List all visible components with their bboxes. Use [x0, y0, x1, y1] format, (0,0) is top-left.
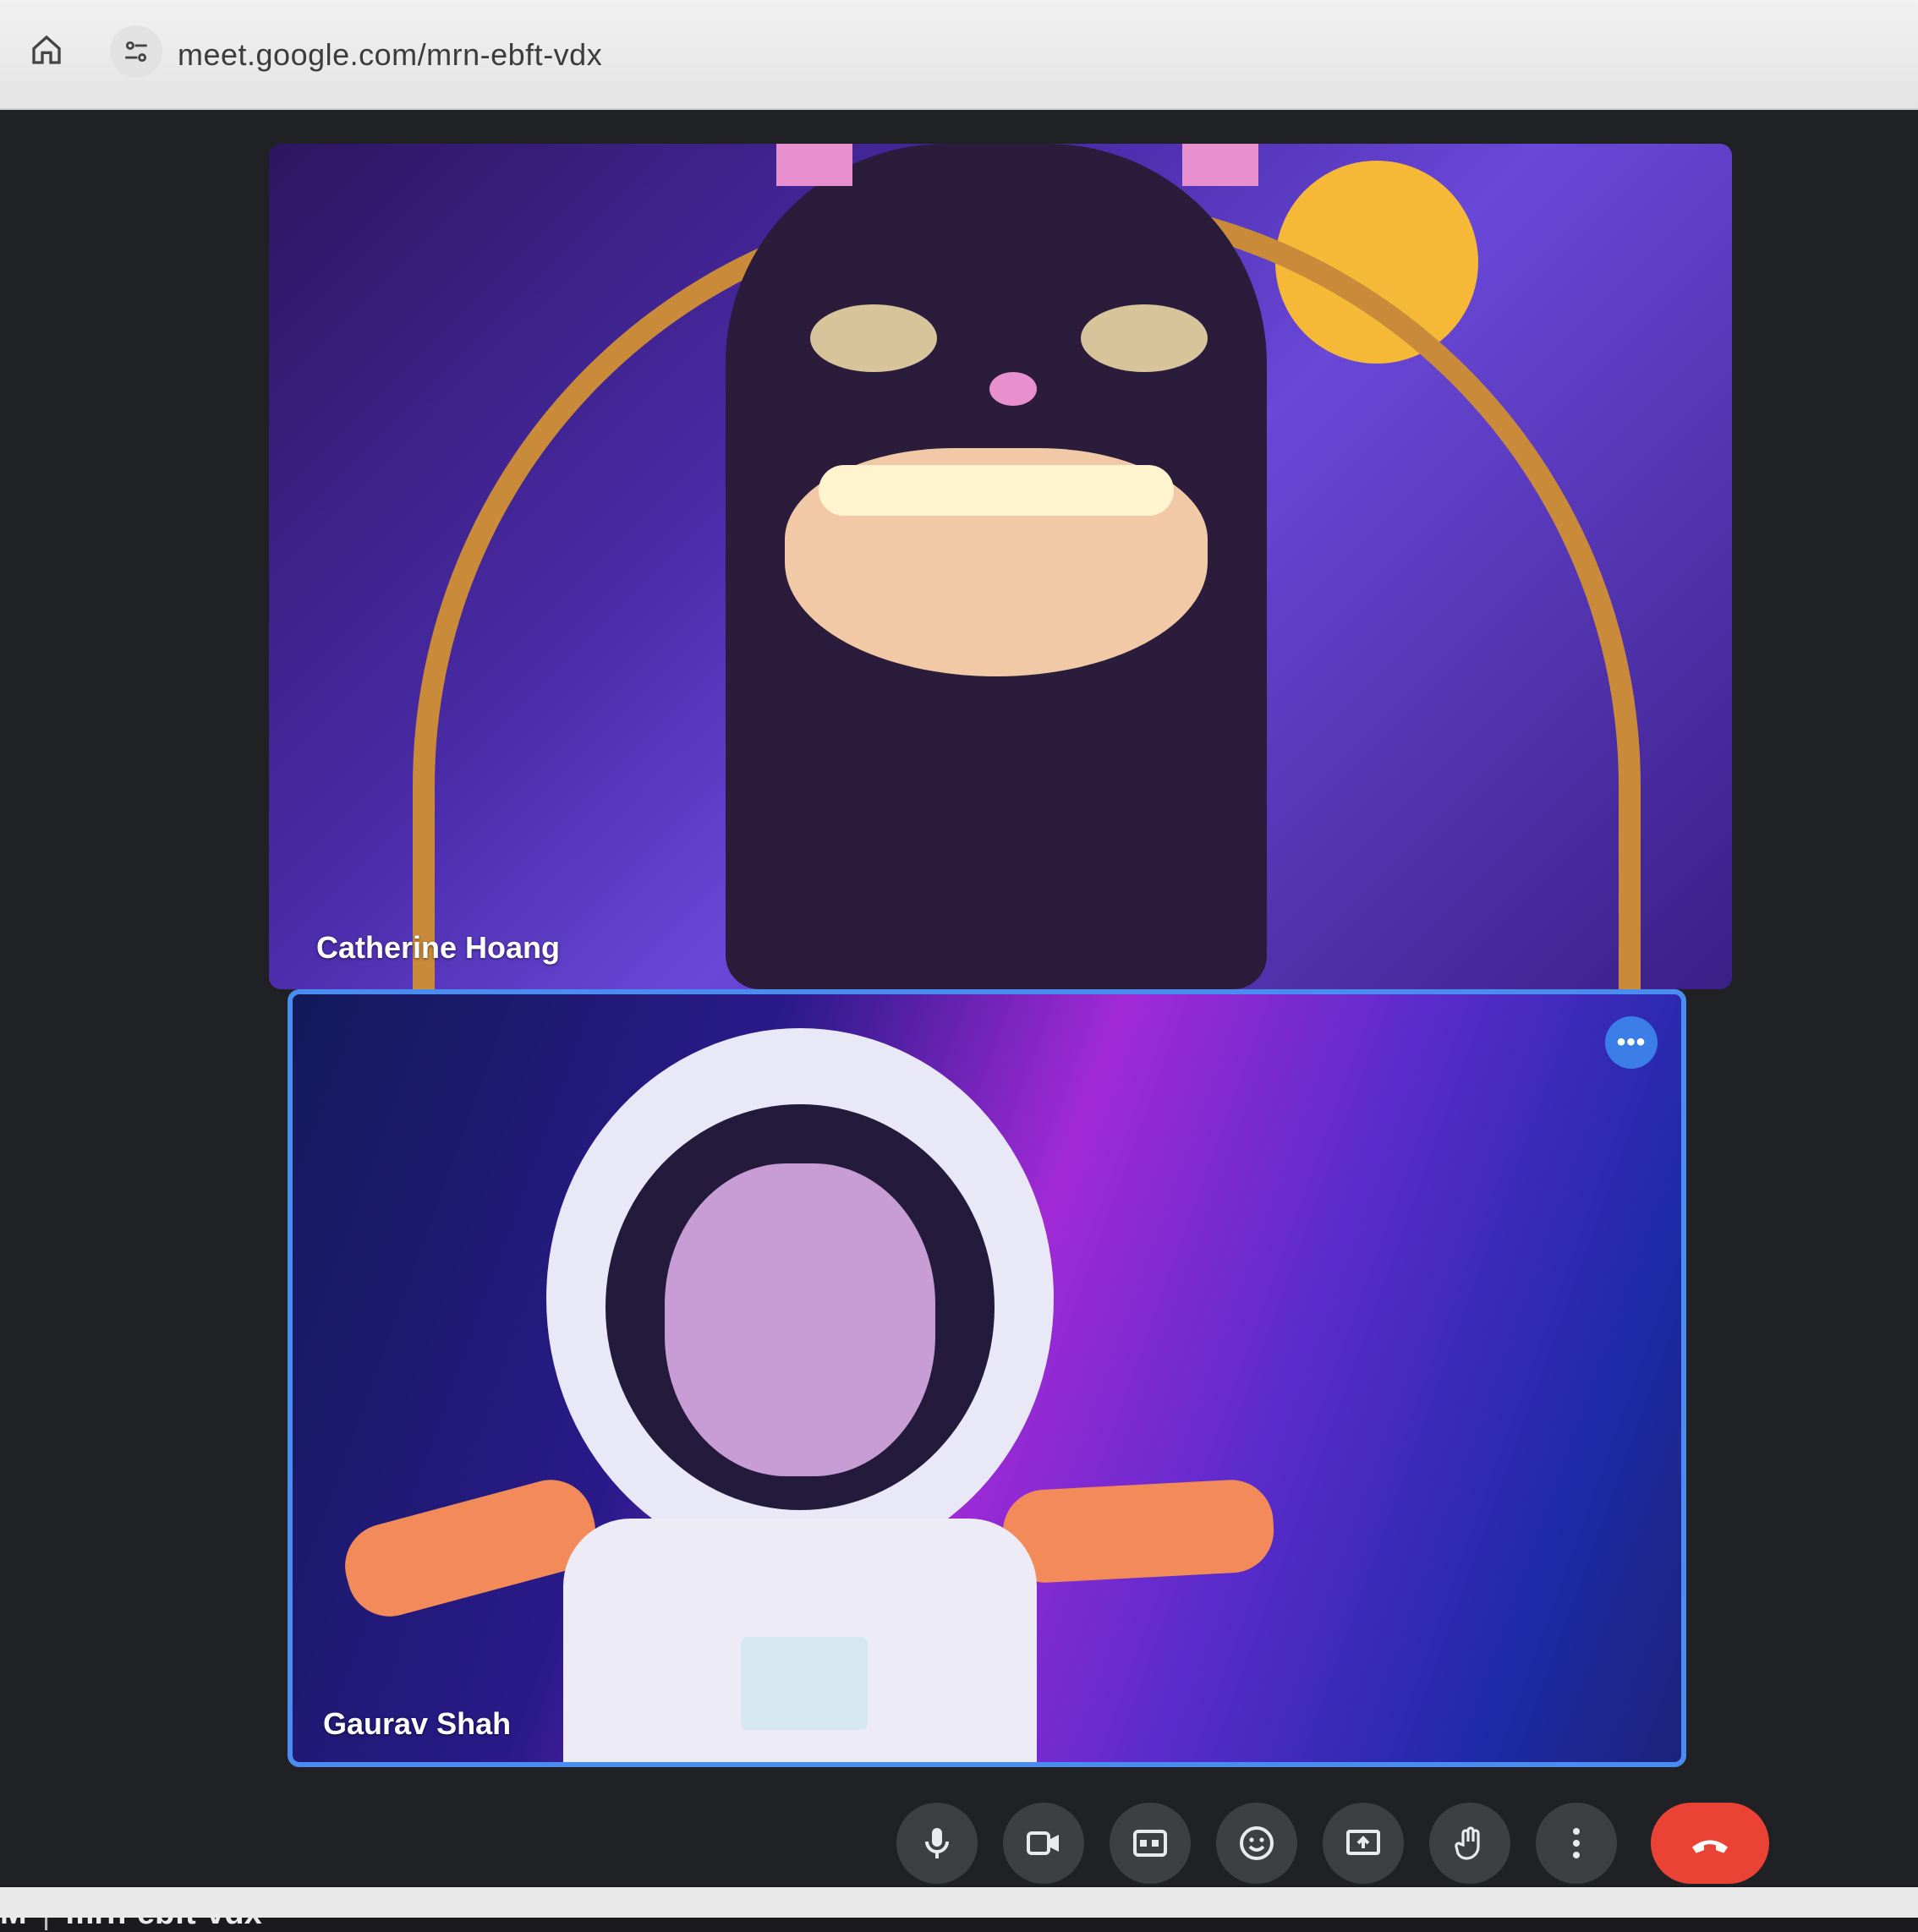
- hand-icon: [1455, 1826, 1480, 1860]
- captions-icon: [1133, 1830, 1167, 1857]
- emoji-icon: [1240, 1826, 1274, 1860]
- home-icon[interactable]: [24, 27, 69, 73]
- captions-button[interactable]: [1110, 1803, 1191, 1884]
- microphone-button[interactable]: [896, 1803, 978, 1884]
- raise-hand-button[interactable]: [1429, 1803, 1510, 1884]
- tune-icon[interactable]: [110, 25, 162, 78]
- astronaut-arm-right: [1000, 1477, 1276, 1585]
- participant-smile: [819, 465, 1174, 516]
- call-end-icon: [1692, 1840, 1728, 1853]
- browser-address-bar: meet.google.com/mrn-ebft-vdx: [0, 0, 1918, 110]
- meeting-stage: Catherine Hoang ••• Gaurav Shah M|mrn-eb…: [0, 110, 1918, 1931]
- cat-eye-left: [810, 304, 937, 372]
- cat-nose: [989, 372, 1037, 406]
- more-options-button[interactable]: [1536, 1803, 1617, 1884]
- cat-eye-right: [1081, 304, 1208, 372]
- video-camera-icon: [1027, 1831, 1059, 1855]
- participant-name: Catherine Hoang: [316, 930, 561, 965]
- participant-tile-gaurav[interactable]: ••• Gaurav Shah: [288, 989, 1686, 1767]
- astronaut-chest-panel: [741, 1637, 868, 1730]
- screen-bezel-bottom: [0, 1887, 1918, 1918]
- participant-face: [665, 1163, 935, 1476]
- participant-tile-catherine[interactable]: Catherine Hoang: [269, 144, 1732, 989]
- cat-ear-right: [1182, 144, 1258, 186]
- speaking-indicator-icon[interactable]: •••: [1605, 1016, 1658, 1069]
- leave-call-button[interactable]: [1651, 1803, 1769, 1884]
- cat-ear-left: [776, 144, 852, 186]
- more-vert-icon: [1573, 1828, 1580, 1858]
- participant-name: Gaurav Shah: [323, 1706, 512, 1741]
- present-button[interactable]: [1323, 1803, 1404, 1884]
- present-screen-icon: [1346, 1830, 1380, 1855]
- url-text[interactable]: meet.google.com/mrn-ebft-vdx: [178, 37, 602, 73]
- camera-button[interactable]: [1003, 1803, 1084, 1884]
- reactions-button[interactable]: [1216, 1803, 1297, 1884]
- mic-icon: [925, 1828, 949, 1858]
- call-controls: [896, 1801, 1769, 1885]
